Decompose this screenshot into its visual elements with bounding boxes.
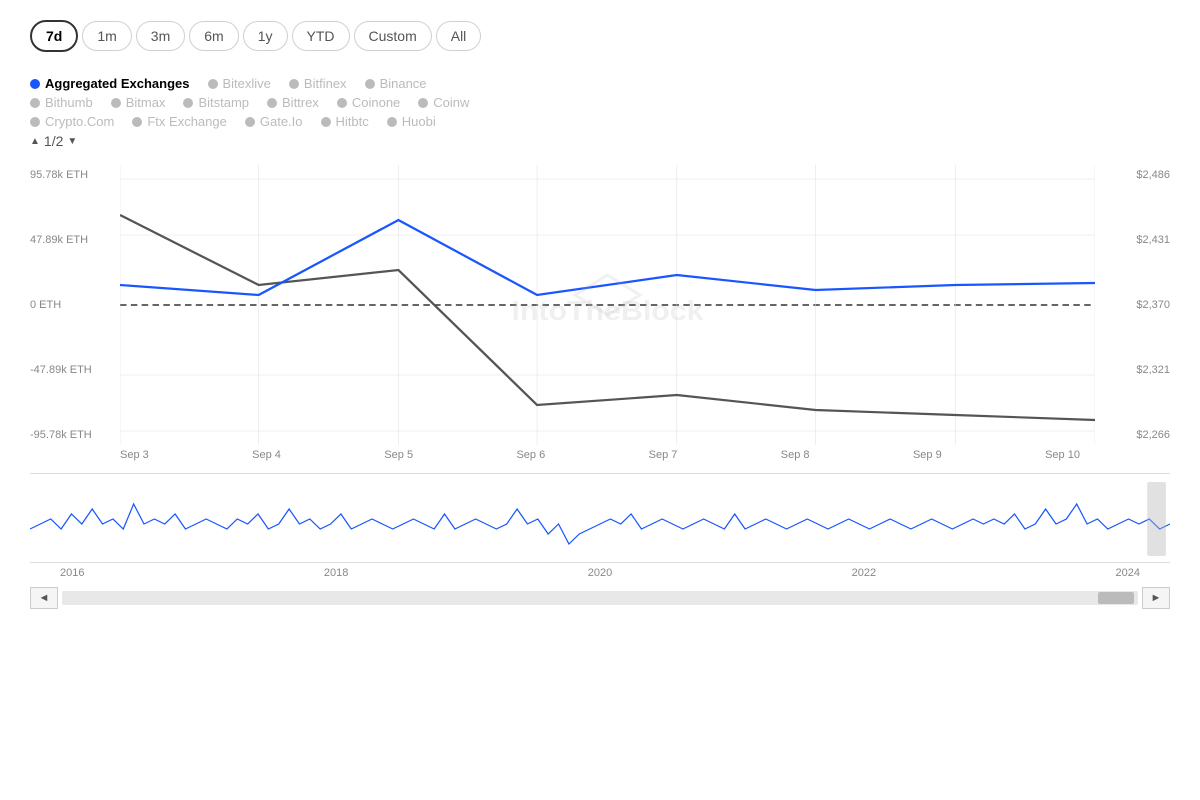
chart-svg: IntoTheBlock <box>120 165 1095 445</box>
legend-dot <box>289 79 299 89</box>
legend-label: Bitexlive <box>223 76 271 91</box>
y-right-label: $2,370 <box>1136 299 1170 311</box>
time-btn-1m[interactable]: 1m <box>82 21 131 51</box>
y-left-label: -47.89k ETH <box>30 364 92 376</box>
page-indicator: 1/2 <box>44 133 63 149</box>
x-axis-label: Sep 6 <box>516 449 545 461</box>
legend-pagination: ▲ 1/2 ▼ <box>30 133 1170 149</box>
legend-item-crypto.com[interactable]: Crypto.Com <box>30 114 114 129</box>
page-down-arrow[interactable]: ▼ <box>67 136 77 147</box>
y-right-label: $2,266 <box>1136 429 1170 441</box>
legend-label: Bitmax <box>126 95 166 110</box>
y-left-label: 47.89k ETH <box>30 234 88 246</box>
legend-label: Crypto.Com <box>45 114 114 129</box>
x-axis: Sep 3 Sep 4 Sep 5 Sep 6 Sep 7 Sep 8 Sep 9 Sep 1… <box>30 445 1170 465</box>
legend-label: Bitfinex <box>304 76 347 91</box>
legend-item-bittrex[interactable]: Bittrex <box>267 95 319 110</box>
legend-dot <box>111 98 121 108</box>
legend-item-gate.io[interactable]: Gate.Io <box>245 114 303 129</box>
y-left-label: 95.78k ETH <box>30 169 88 181</box>
mini-x-label: 2022 <box>852 567 876 579</box>
x-axis-label: Sep 5 <box>384 449 413 461</box>
mini-x-label: 2024 <box>1116 567 1140 579</box>
x-axis-label: Sep 10 <box>1045 449 1080 461</box>
legend-item-coinone[interactable]: Coinone <box>337 95 400 110</box>
legend-item-bitexlive[interactable]: Bitexlive <box>208 76 271 91</box>
legend-label: Coinone <box>352 95 400 110</box>
legend-item-aggregated-exchanges[interactable]: Aggregated Exchanges <box>30 76 190 91</box>
legend-dot <box>208 79 218 89</box>
legend-dot <box>365 79 375 89</box>
y-left-label: -95.78k ETH <box>30 429 92 441</box>
time-btn-3m[interactable]: 3m <box>136 21 185 51</box>
legend-item-binance[interactable]: Binance <box>365 76 427 91</box>
legend-dot <box>387 117 397 127</box>
legend-item-hitbtc[interactable]: Hitbtc <box>321 114 369 129</box>
chart-legend: Aggregated Exchanges Bitexlive Bitfinex Bin… <box>30 76 1170 149</box>
time-btn-custom[interactable]: Custom <box>354 21 432 51</box>
legend-dot <box>245 117 255 127</box>
page-up-arrow[interactable]: ▲ <box>30 136 40 147</box>
legend-label: Binance <box>380 76 427 91</box>
scrollbar-thumb[interactable] <box>1098 592 1134 604</box>
legend-label: Bithumb <box>45 95 93 110</box>
legend-item-bitmax[interactable]: Bitmax <box>111 95 166 110</box>
y-axis-right: $2,486 $2,431 $2,370 $2,321 $2,266 <box>1095 165 1170 445</box>
legend-dot <box>418 98 428 108</box>
y-right-label: $2,321 <box>1136 364 1170 376</box>
legend-label: Aggregated Exchanges <box>45 76 190 91</box>
scrollbar-area: ◄ ► <box>30 583 1170 613</box>
legend-label: Coinw <box>433 95 469 110</box>
legend-dot <box>132 117 142 127</box>
legend-item-bitfinex[interactable]: Bitfinex <box>289 76 347 91</box>
scroll-right-button[interactable]: ► <box>1142 587 1170 609</box>
legend-label: Huobi <box>402 114 436 129</box>
main-container: 7d1m3m6m1yYTDCustomAll Aggregated Exchan… <box>0 0 1200 800</box>
time-btn-6m[interactable]: 6m <box>189 21 238 51</box>
legend-item-bithumb[interactable]: Bithumb <box>30 95 93 110</box>
x-axis-label: Sep 4 <box>252 449 281 461</box>
legend-dot <box>337 98 347 108</box>
time-btn-7d[interactable]: 7d <box>30 20 78 52</box>
x-axis-label: Sep 7 <box>649 449 678 461</box>
mini-chart <box>30 473 1170 563</box>
legend-label: Ftx Exchange <box>147 114 227 129</box>
y-left-label: 0 ETH <box>30 299 61 311</box>
time-btn-all[interactable]: All <box>436 21 482 51</box>
x-axis-label: Sep 9 <box>913 449 942 461</box>
time-range-selector: 7d1m3m6m1yYTDCustomAll <box>30 20 1170 52</box>
scroll-left-button[interactable]: ◄ <box>30 587 58 609</box>
main-chart-wrapper: 95.78k ETH 47.89k ETH 0 ETH -47.89k ETH -95.… <box>30 165 1170 445</box>
legend-dot <box>321 117 331 127</box>
time-btn-1y[interactable]: 1y <box>243 21 288 51</box>
legend-dot <box>267 98 277 108</box>
legend-label: Gate.Io <box>260 114 303 129</box>
legend-dot <box>30 98 40 108</box>
y-right-label: $2,486 <box>1136 169 1170 181</box>
legend-label: Hitbtc <box>336 114 369 129</box>
x-axis-label: Sep 3 <box>120 449 149 461</box>
legend-dot <box>30 79 40 89</box>
mini-x-label: 2016 <box>60 567 84 579</box>
legend-dot <box>30 117 40 127</box>
svg-text:IntoTheBlock: IntoTheBlock <box>511 296 704 327</box>
legend-item-huobi[interactable]: Huobi <box>387 114 436 129</box>
chart-area: 95.78k ETH 47.89k ETH 0 ETH -47.89k ETH -95.… <box>30 165 1170 613</box>
time-btn-ytd[interactable]: YTD <box>292 21 350 51</box>
legend-item-bitstamp[interactable]: Bitstamp <box>183 95 249 110</box>
mini-x-labels: 2016 2018 2020 2022 2024 <box>30 563 1170 583</box>
legend-label: Bitstamp <box>198 95 249 110</box>
legend-label: Bittrex <box>282 95 319 110</box>
scrollbar-track[interactable] <box>62 591 1138 605</box>
mini-x-label: 2020 <box>588 567 612 579</box>
legend-item-ftx-exchange[interactable]: Ftx Exchange <box>132 114 227 129</box>
x-axis-label: Sep 8 <box>781 449 810 461</box>
y-axis-left: 95.78k ETH 47.89k ETH 0 ETH -47.89k ETH -95.… <box>30 165 120 445</box>
legend-item-coinw[interactable]: Coinw <box>418 95 469 110</box>
mini-x-label: 2018 <box>324 567 348 579</box>
y-right-label: $2,431 <box>1136 234 1170 246</box>
legend-dot <box>183 98 193 108</box>
